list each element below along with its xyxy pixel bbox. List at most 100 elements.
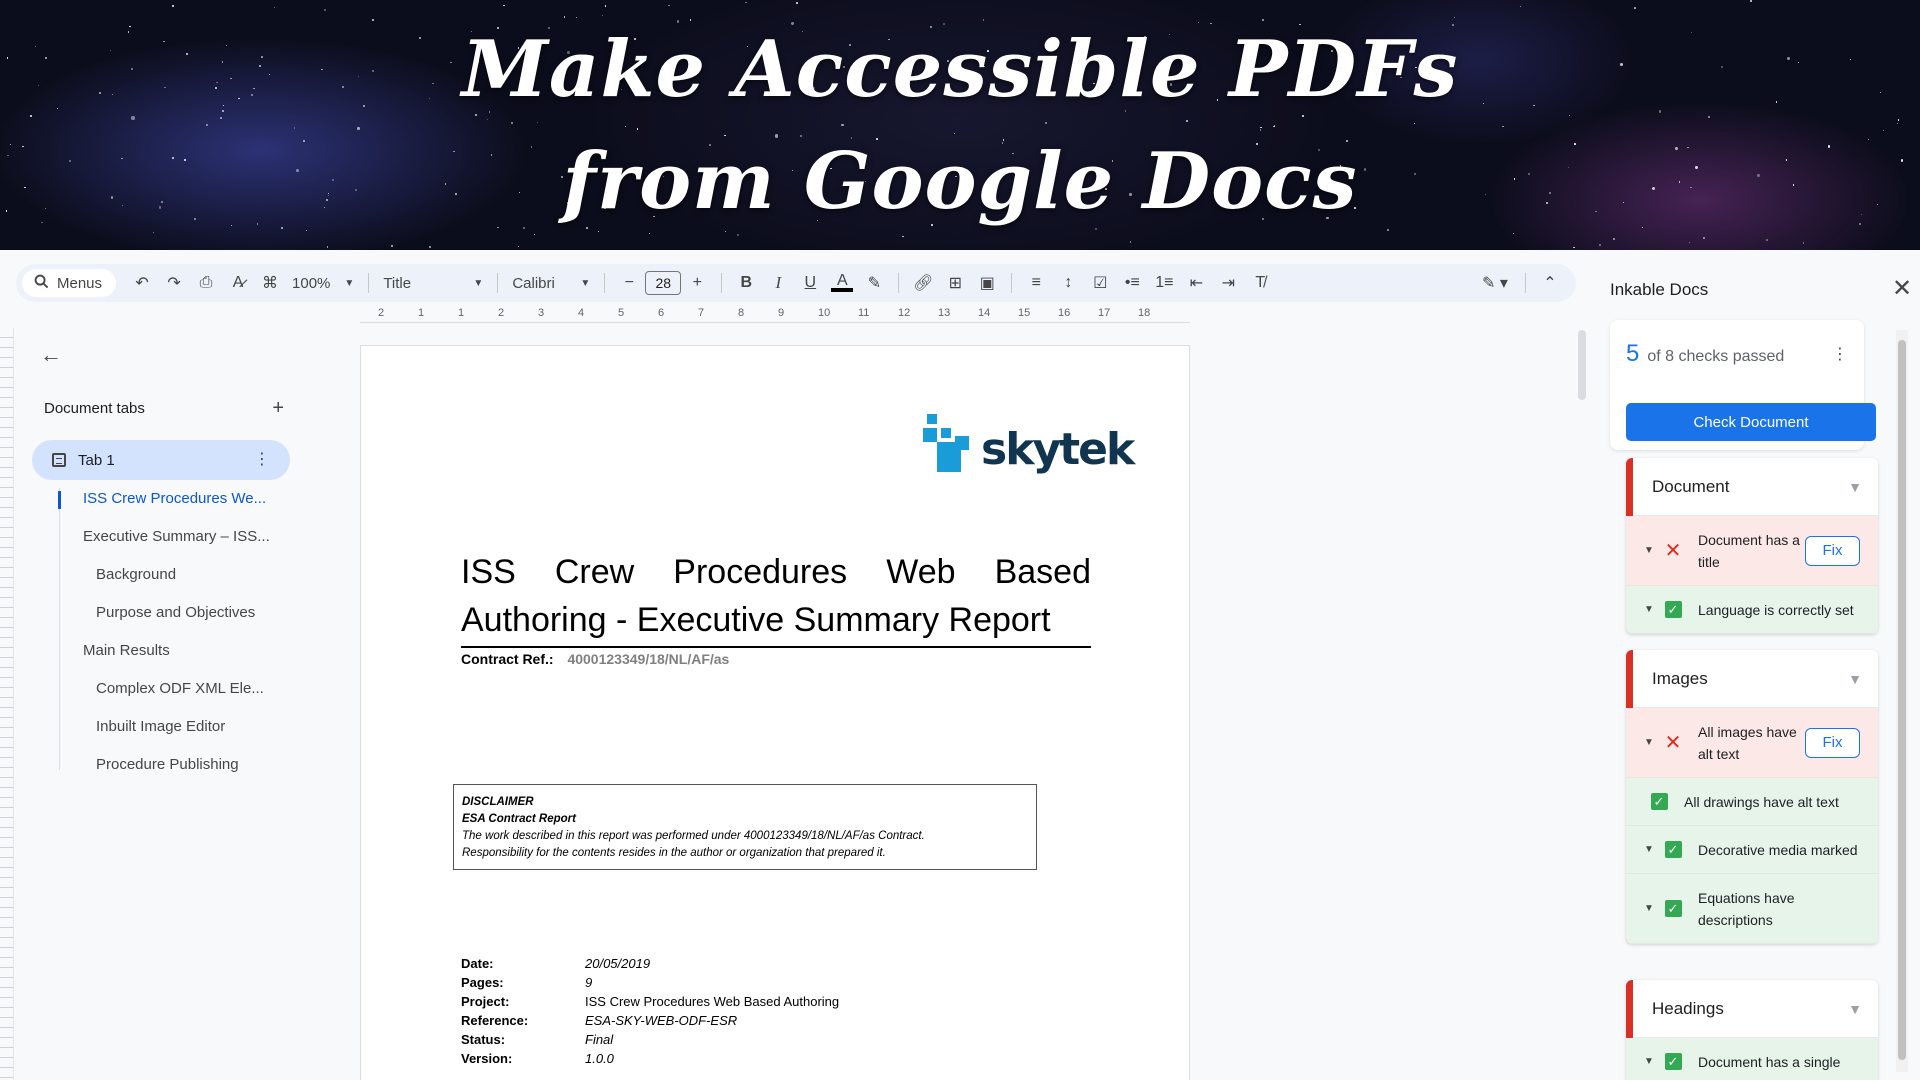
paragraph-style-select[interactable]: Title ▼ bbox=[377, 268, 489, 298]
increase-font-size-button[interactable]: + bbox=[681, 268, 713, 298]
check-row[interactable]: ▼ ✓ Equations have descriptions bbox=[1626, 874, 1878, 944]
panel-title: Inkable Docs bbox=[1610, 280, 1709, 299]
italic-button[interactable]: I bbox=[762, 268, 794, 298]
close-icon[interactable]: ✕ bbox=[1892, 274, 1912, 303]
metadata-value: 9 bbox=[585, 975, 593, 990]
outline-rail bbox=[59, 488, 60, 770]
align-icon[interactable]: ≡ bbox=[1020, 268, 1052, 298]
ruler-tick-label: 13 bbox=[938, 307, 951, 319]
font-size-input[interactable]: 28 bbox=[645, 271, 682, 295]
numbered-list-icon[interactable]: 1≡ bbox=[1148, 268, 1180, 298]
disclaimer-box: DISCLAIMER ESA Contract Report The work … bbox=[453, 784, 1037, 870]
underline-button[interactable]: U bbox=[794, 268, 826, 298]
check-label: Document has a single bbox=[1698, 1053, 1841, 1070]
check-document-button[interactable]: Check Document bbox=[1626, 403, 1876, 441]
panel-scrollbar[interactable] bbox=[1896, 330, 1908, 1072]
outline-item[interactable]: Background bbox=[96, 566, 176, 583]
check-row[interactable]: ▼ ✓ Language is correctly set bbox=[1626, 586, 1878, 634]
ruler-tick-label: 1 bbox=[458, 307, 465, 319]
spellcheck-icon[interactable]: A̷ bbox=[222, 268, 254, 298]
tab-1[interactable]: Tab 1 ⋮ bbox=[32, 440, 290, 480]
star bbox=[428, 246, 431, 248]
ruler-tick-label: 12 bbox=[898, 307, 911, 319]
promo-banner: Make Accessible PDFs from Google Docs bbox=[0, 0, 1920, 250]
link-icon[interactable]: 🔗︎ bbox=[907, 268, 939, 298]
more-vert-icon[interactable]: ⋮ bbox=[1832, 344, 1848, 364]
vertical-ruler[interactable] bbox=[0, 328, 14, 1080]
check-row[interactable]: ▼ ✕ All images have alt text Fix bbox=[1626, 708, 1878, 778]
inkable-docs-panel: Inkable Docs ✕ 5 of 8 checks passed ⋮ Ch… bbox=[1592, 250, 1920, 1080]
outline-item[interactable]: Inbuilt Image Editor bbox=[96, 718, 225, 735]
collapse-menus-chevron-up-icon[interactable]: ⌃ bbox=[1534, 268, 1566, 298]
disclaimer-subtitle: ESA Contract Report bbox=[462, 813, 576, 825]
menus-search[interactable]: Menus bbox=[22, 269, 117, 297]
expand-triangle-icon[interactable]: ▼ bbox=[1644, 898, 1658, 920]
check-section-images: Images ▼ ▼ ✕ All images have alt text Fix ✓ All… bbox=[1626, 650, 1878, 944]
chevron-down-icon[interactable]: ▼ bbox=[1848, 671, 1862, 687]
outline-item[interactable]: Executive Summary – ISS... bbox=[83, 528, 270, 545]
panel-scrollbar-thumb[interactable] bbox=[1898, 340, 1906, 1060]
undo-icon[interactable]: ↶ bbox=[126, 268, 158, 298]
expand-triangle-icon[interactable]: ▼ bbox=[1644, 540, 1658, 562]
ruler-tick-label: 17 bbox=[1098, 307, 1111, 319]
outline-item[interactable]: Main Results bbox=[83, 642, 170, 659]
star bbox=[1129, 241, 1132, 244]
document-scrollbar[interactable] bbox=[1578, 330, 1586, 400]
check-row[interactable]: ▼ ✓ Document has a single bbox=[1626, 1038, 1878, 1080]
font-family-select[interactable]: Calibri ▼ bbox=[506, 268, 596, 298]
add-comment-icon[interactable]: ⊞ bbox=[939, 268, 971, 298]
outline-item[interactable]: ISS Crew Procedures We... bbox=[83, 490, 266, 507]
toolbar-divider bbox=[1525, 273, 1526, 293]
check-row[interactable]: ▼ ✕ Document has a title Fix bbox=[1626, 516, 1878, 586]
metadata-row: Pages: 9 bbox=[461, 973, 839, 992]
bulleted-list-icon[interactable]: •≡ bbox=[1116, 268, 1148, 298]
chevron-down-icon[interactable]: ▼ bbox=[1848, 1001, 1862, 1017]
star bbox=[745, 1, 747, 4]
more-vert-icon[interactable]: ⋮ bbox=[254, 449, 270, 469]
disclaimer-line-2: Responsibility for the contents resides … bbox=[462, 847, 886, 859]
section-header[interactable]: Images ▼ bbox=[1626, 650, 1878, 708]
zoom-value: 100% bbox=[292, 274, 331, 292]
document-outline-sidebar: ← Document tabs + Tab 1 ⋮ ISS Crew Proce… bbox=[20, 328, 300, 1080]
expand-triangle-icon[interactable]: ▼ bbox=[1644, 1051, 1658, 1073]
ruler-tick-label: 11 bbox=[858, 307, 870, 319]
tab-label: Tab 1 bbox=[78, 451, 115, 469]
back-arrow-icon[interactable]: ← bbox=[40, 342, 62, 368]
decrease-font-size-button[interactable]: − bbox=[613, 268, 645, 298]
outline-item[interactable]: Complex ODF XML Ele... bbox=[96, 680, 264, 697]
expand-triangle-icon[interactable]: ▼ bbox=[1644, 599, 1658, 621]
zoom-select[interactable]: 100% ▼ bbox=[286, 268, 360, 298]
expand-triangle-icon[interactable]: ▼ bbox=[1644, 732, 1658, 754]
add-tab-plus-icon[interactable]: + bbox=[272, 397, 284, 420]
clear-formatting-icon[interactable]: T̸ bbox=[1244, 268, 1276, 298]
star bbox=[1519, 6, 1521, 8]
outline-item[interactable]: Procedure Publishing bbox=[96, 756, 239, 773]
decrease-indent-icon[interactable]: ⇤ bbox=[1180, 268, 1212, 298]
bold-button[interactable]: B bbox=[730, 268, 762, 298]
fix-button[interactable]: Fix bbox=[1805, 727, 1860, 758]
metadata-key: Version: bbox=[461, 1051, 513, 1066]
outline-item[interactable]: Purpose and Objectives bbox=[96, 604, 255, 621]
chevron-down-icon: ▼ bbox=[473, 277, 484, 289]
highlight-icon[interactable]: ✎ bbox=[858, 268, 890, 298]
text-color-button[interactable]: A bbox=[826, 268, 858, 298]
section-header[interactable]: Document ▼ bbox=[1626, 458, 1878, 516]
ruler-tick-label: 14 bbox=[978, 307, 991, 319]
check-label: Document has a title bbox=[1698, 531, 1800, 570]
expand-triangle-icon[interactable]: ▼ bbox=[1644, 839, 1658, 861]
print-icon[interactable]: ⎙ bbox=[190, 268, 222, 298]
line-spacing-icon[interactable]: ↕ bbox=[1052, 268, 1084, 298]
paint-format-icon[interactable]: ⌘ bbox=[254, 268, 286, 298]
check-row[interactable]: ▼ ✓ Decorative media marked bbox=[1626, 826, 1878, 874]
chevron-down-icon[interactable]: ▼ bbox=[1848, 479, 1862, 495]
redo-icon[interactable]: ↷ bbox=[158, 268, 190, 298]
editing-mode-pencil-icon[interactable]: ✎ ▾ bbox=[1473, 268, 1517, 298]
horizontal-ruler[interactable]: 2 1 1 2 3 4 5 6 7 8 9 10 11 12 13 14 15 16 17 18 bbox=[360, 307, 1190, 323]
document-page[interactable]: skytek ISS Crew Procedures Web Based Aut… bbox=[360, 345, 1190, 1080]
checklist-icon[interactable]: ☑ bbox=[1084, 268, 1116, 298]
insert-image-icon[interactable]: ▣ bbox=[971, 268, 1003, 298]
contract-label: Contract Ref.: bbox=[461, 651, 554, 667]
increase-indent-icon[interactable]: ⇥ bbox=[1212, 268, 1244, 298]
fix-button[interactable]: Fix bbox=[1805, 535, 1860, 566]
section-header[interactable]: Headings ▼ bbox=[1626, 980, 1878, 1038]
